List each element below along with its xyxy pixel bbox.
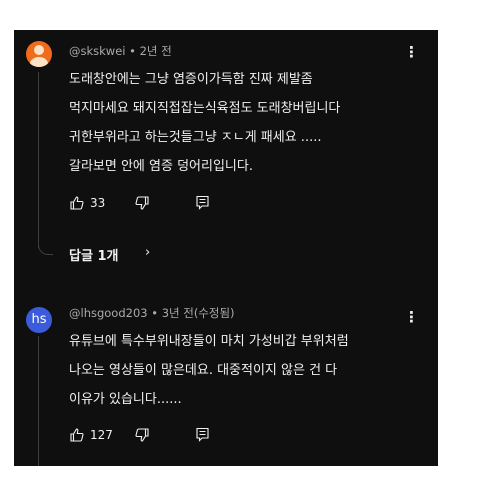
more-options-icon[interactable]: ⋮ <box>404 308 419 326</box>
user-avatar[interactable]: hs <box>26 307 52 333</box>
comments-panel: @skskwei • 2년 전 ⋮ 도래창안에는 그냥 염증이가득함 진짜 제발… <box>14 30 438 466</box>
more-options-icon[interactable]: ⋮ <box>404 43 419 61</box>
thread-connector <box>38 240 53 255</box>
comment-text-line: 이유가 있습니다...... <box>69 392 182 407</box>
comment-text-line: 유튜브에 특수부위내장들이 마치 가성비갑 부위처럼 <box>69 334 349 349</box>
user-avatar[interactable] <box>26 41 52 67</box>
reply-comment-icon[interactable] <box>195 195 210 210</box>
view-replies-button[interactable]: 답글 1개 <box>69 245 118 264</box>
comment-meta: @skskwei • 2년 전 <box>69 44 172 58</box>
comment-text-line: 나오는 영상들이 많은데요. 대중적이지 않은 건 다 <box>69 363 338 378</box>
thumbs-up-icon[interactable] <box>69 195 85 211</box>
thumbs-down-icon[interactable] <box>134 195 150 211</box>
thread-line <box>38 336 39 466</box>
avatar-shoulders <box>30 57 48 67</box>
comment-meta: @lhsgood203 • 3년 전(수정됨) <box>69 306 235 320</box>
comment-text-line: 먹지마세요 돼지직접잡는식육점도 도래창버립니다 <box>69 101 341 116</box>
like-count: 33 <box>90 196 106 210</box>
thumbs-up-icon[interactable] <box>69 427 85 443</box>
comment-text-line: 도래창안에는 그냥 염증이가득함 진짜 제발좀 <box>69 72 313 87</box>
comment-text-line: 귀한부위라고 하는것들그냥 ㅈㄴ게 패세요 ..... <box>69 130 322 145</box>
thread-line <box>38 72 39 248</box>
reply-comment-icon[interactable] <box>195 427 210 442</box>
comment-text-line: 갈라보면 안에 염증 덩어리입니다. <box>69 159 253 174</box>
avatar-head <box>34 45 44 55</box>
chevron-right-icon[interactable]: › <box>145 245 150 260</box>
thumbs-down-icon[interactable] <box>134 427 150 443</box>
like-count: 127 <box>90 428 113 442</box>
